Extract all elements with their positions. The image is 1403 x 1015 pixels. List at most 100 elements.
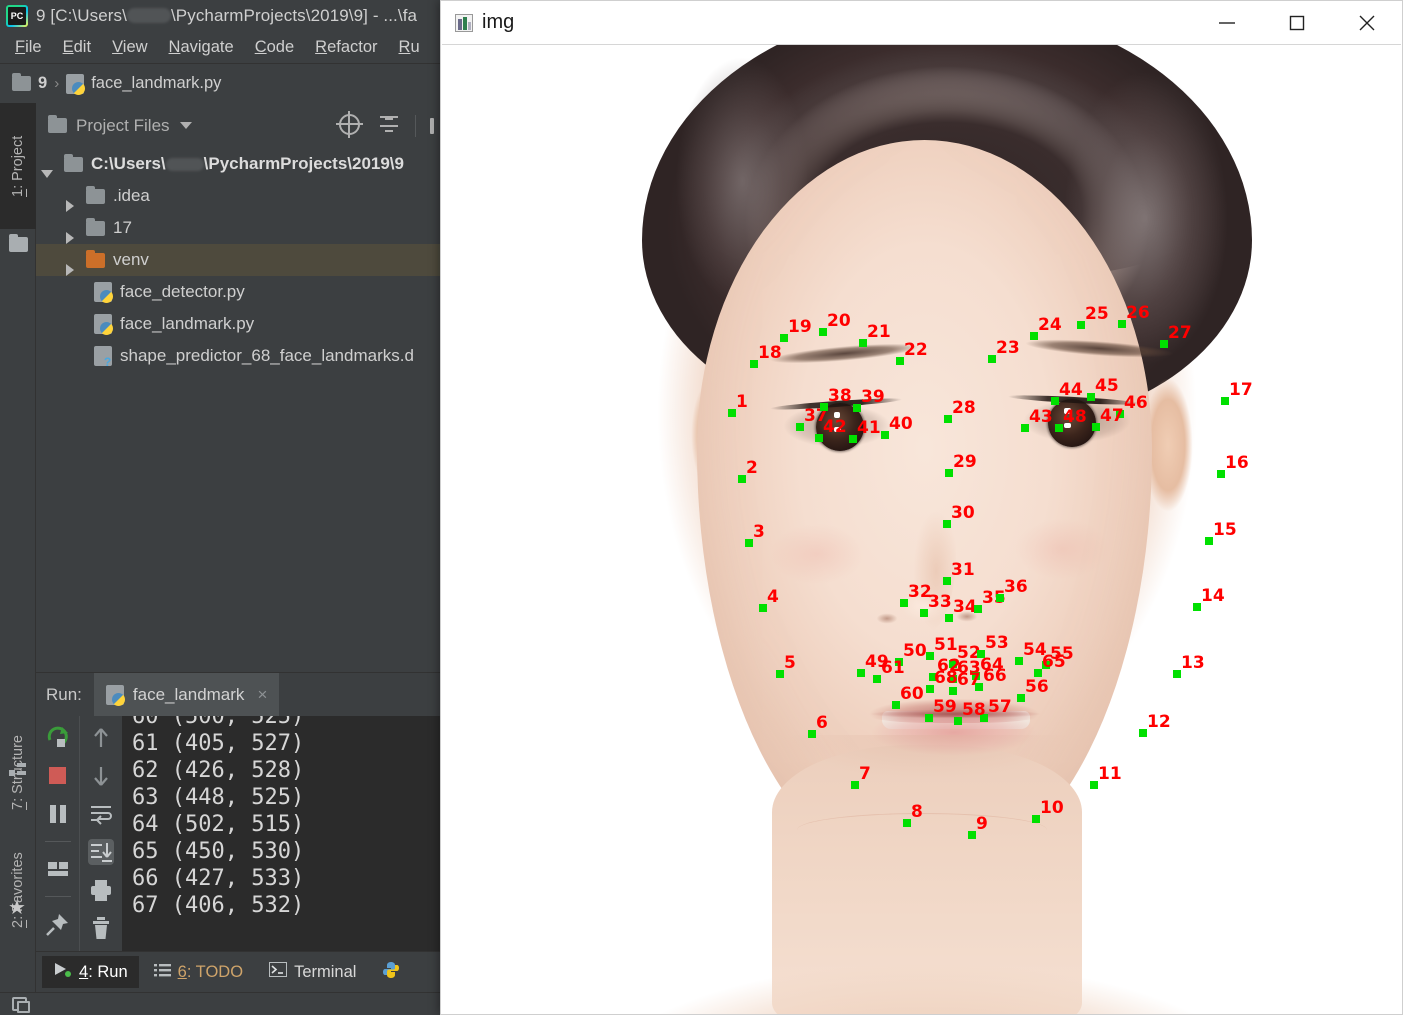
landmark-dot [738,475,746,483]
menu-item-code[interactable]: Code [246,35,303,60]
console-line: 60 (500, 525) [132,716,440,730]
landmark-label: 44 [1059,382,1083,399]
landmark-label: 40 [889,416,913,433]
breadcrumb-project[interactable]: 9 [12,74,47,93]
tool-tab-favorites[interactable]: 2: Favorites [0,815,36,965]
landmark-dot [945,469,953,477]
landmark-dot [1077,321,1085,329]
breadcrumb-file[interactable]: face_landmark.py [66,74,221,94]
landmark-label: 17 [1229,382,1253,399]
collapse-all-icon[interactable] [377,114,401,138]
menu-item-run[interactable]: Ru [390,35,429,60]
run-config-tab[interactable]: face_landmark × [94,673,279,717]
terminal-icon [269,962,287,982]
landmark-label: 3 [753,524,765,541]
close-icon[interactable]: × [257,685,267,705]
soft-wrap-icon[interactable] [88,801,114,827]
close-icon[interactable] [1332,1,1402,44]
tree-item-face-detector-py[interactable]: face_detector.py [36,276,440,308]
toolbar-divider [45,841,71,842]
trash-icon[interactable] [88,915,114,941]
scroll-to-end-icon[interactable] [88,839,114,865]
project-tree[interactable]: C:\Users\\PycharmProjects\2019\9 .idea 1… [36,148,440,668]
window-controls [1192,1,1402,44]
console-line: 63 (448, 525) [132,784,440,811]
chevron-down-icon[interactable] [180,122,192,129]
star-icon[interactable]: ★ [8,898,26,918]
tree-item-idea[interactable]: .idea [36,180,440,212]
tree-item-shape-predictor-dat[interactable]: shape_predictor_68_face_landmarks.d [36,340,440,372]
landmark-label: 8 [911,804,923,821]
up-arrow-icon[interactable] [88,725,114,751]
folder-icon [86,221,105,236]
tree-item-face-landmark-py[interactable]: face_landmark.py [36,308,440,340]
console-line: 62 (426, 528) [132,757,440,784]
down-arrow-icon[interactable] [88,763,114,789]
landmark-label: 68 [934,670,958,687]
rerun-icon[interactable] [45,725,71,751]
landmark-label: 18 [758,345,782,362]
menu-item-file[interactable]: File [6,35,51,60]
landmark-dot [859,339,867,347]
pause-icon[interactable] [45,801,71,827]
image-canvas[interactable]: 1234567891011121314151617181920212223242… [442,44,1401,1014]
bottom-tab-terminal[interactable]: Terminal [258,956,367,988]
minimize-icon[interactable] [1192,1,1262,44]
run-label: Run: [36,685,94,705]
python-file-icon [66,74,84,94]
landmark-dot [974,605,982,613]
bottom-tool-tabs: 4: Run 6: TODO [36,951,440,992]
landmark-label: 60 [900,686,924,703]
landmark-dot [1160,340,1168,348]
print-icon[interactable] [88,877,114,903]
tree-item-venv[interactable]: venv [36,244,440,276]
project-folder-icon[interactable] [9,237,28,252]
menu-item-navigate[interactable]: Navigate [160,35,243,60]
landmark-label: 43 [1029,409,1053,426]
menu-item-refactor[interactable]: Refactor [306,35,386,60]
bottom-tab-todo[interactable]: 6: TODO [143,957,254,988]
landmark-label: 59 [933,699,957,716]
landmark-dot [776,670,784,678]
landmark-label: 22 [904,342,928,359]
tree-item-project-root[interactable]: C:\Users\\PycharmProjects\2019\9 [36,148,440,180]
landmark-label: 38 [828,388,852,405]
landmark-dot [1139,729,1147,737]
locate-icon[interactable] [339,114,363,138]
bottom-tab-run[interactable]: 4: Run [42,956,139,988]
toolbar-divider [415,115,416,137]
menu-item-edit[interactable]: Edit [54,35,100,60]
menu-item-view[interactable]: View [103,35,156,60]
layout-icon[interactable] [45,856,71,882]
tool-tab-project[interactable]: 1: Project [0,103,36,229]
landmark-dot [1051,397,1059,405]
console-line: 66 (427, 533) [132,865,440,892]
bottom-tab-python-console[interactable] [371,955,411,990]
landmark-dot [1034,669,1042,677]
landmark-dot [996,594,1004,602]
tree-item-17[interactable]: 17 [36,212,440,244]
maximize-icon[interactable] [1262,1,1332,44]
landmark-label: 29 [953,454,977,471]
landmark-dot [926,685,934,693]
landmark-label: 28 [952,400,976,417]
landmark-label: 11 [1098,766,1122,783]
stop-icon[interactable] [45,763,71,789]
run-console-output[interactable]: 60 (500, 525) 61 (405, 527) 62 (426, 528… [122,716,440,951]
landmark-label: 48 [1063,409,1087,426]
console-line: 67 (406, 532) [132,892,440,919]
settings-icon[interactable] [430,118,434,134]
landmark-label: 13 [1181,655,1205,672]
landmark-dot [1205,537,1213,545]
pycharm-logo-icon [6,5,28,27]
run-toolbar-right-column [79,716,122,951]
pin-icon[interactable] [45,911,71,937]
landmark-dot [954,717,962,725]
python-console-icon [382,961,400,984]
landmark-dot [1055,424,1063,432]
console-line: 61 (405, 527) [132,730,440,757]
structure-icon[interactable] [9,763,27,776]
folder-icon [12,76,31,91]
event-log-icon[interactable] [12,997,27,1011]
landmark-label: 36 [1004,579,1028,596]
